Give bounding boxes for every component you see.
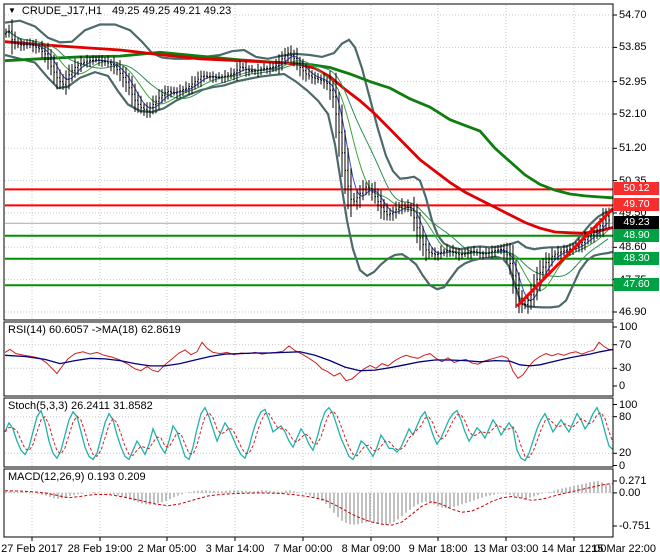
current-price-badge: 49.23 <box>614 216 659 229</box>
macd-tick-label: 0.271 <box>619 475 647 487</box>
macd-histogram <box>6 481 610 525</box>
time-axis-label: 7 Mar 00:00 <box>274 543 333 555</box>
bollinger-upper-line <box>5 21 613 250</box>
mt4-chart-window: ▼ CRUDE_J17,H1 49.25 49.25 49.21 49.23 RSI… <box>0 0 660 560</box>
rsi-tick-label: 70 <box>619 339 631 351</box>
rsi-tick-label: 30 <box>619 362 631 374</box>
rsi-tick-label: 0 <box>619 380 625 392</box>
macd-tick-label: -0.751 <box>619 520 650 532</box>
price-tick-label: 54.70 <box>619 9 647 21</box>
chart-symbol-title: ▼ CRUDE_J17,H1 49.25 49.25 49.21 49.23 <box>8 5 231 17</box>
price-tick-label: 53.85 <box>619 41 647 53</box>
time-axis-label: 28 Feb 19:00 <box>68 543 133 555</box>
rsi-tick-label: 100 <box>619 321 637 333</box>
price-level-badge: 50.12 <box>614 182 659 195</box>
price-tick-label: 51.20 <box>619 142 647 154</box>
price-tick-label: 46.90 <box>619 306 647 318</box>
symbol-label: CRUDE_J17,H1 <box>22 5 102 17</box>
time-axis-label: 13 Mar 03:00 <box>474 543 539 555</box>
stoch-tick-label: 100 <box>619 399 637 411</box>
stoch-title: Stoch(5,3,3) 26.2411 31.8582 <box>8 400 153 412</box>
price-tick-label: 52.95 <box>619 76 647 88</box>
ohlc-values: 49.25 49.25 49.21 49.23 <box>112 5 231 17</box>
rsi-line <box>5 342 613 380</box>
time-axis-label: 3 Mar 14:00 <box>206 543 265 555</box>
time-axis-label: 9 Mar 18:00 <box>409 543 468 555</box>
bollinger-lower-line <box>5 55 613 307</box>
price-level-badge: 48.90 <box>614 229 659 242</box>
price-tick-label: 52.10 <box>619 108 647 120</box>
time-axis-label: 2 Mar 05:00 <box>138 543 197 555</box>
price-level-badge: 47.60 <box>614 278 659 291</box>
time-axis-label: 27 Feb 2017 <box>1 543 63 555</box>
macd-tick-label: 0.00 <box>619 487 640 499</box>
time-axis-label: 15 Mar 22:00 <box>591 543 656 555</box>
macd-title: MACD(12,26,9) 0.193 0.209 <box>8 471 146 483</box>
stoch-k-line <box>5 408 613 461</box>
rsi-title: RSI(14) 60.6057 ->MA(18) 62.8619 <box>8 324 181 336</box>
price-level-badge: 49.70 <box>614 198 659 211</box>
stoch-d-line <box>5 411 613 457</box>
time-axis-label: 8 Mar 09:00 <box>342 543 401 555</box>
stoch-tick-label: 80 <box>619 411 631 423</box>
stoch-tick-label: 0 <box>619 460 625 472</box>
stoch-tick-label: 20 <box>619 447 631 459</box>
symbol-dropdown-icon[interactable]: ▼ <box>8 6 16 15</box>
price-level-badge: 48.30 <box>614 252 659 265</box>
macd-signal-line <box>5 484 613 525</box>
main-price-chart-panel-border <box>4 4 613 320</box>
